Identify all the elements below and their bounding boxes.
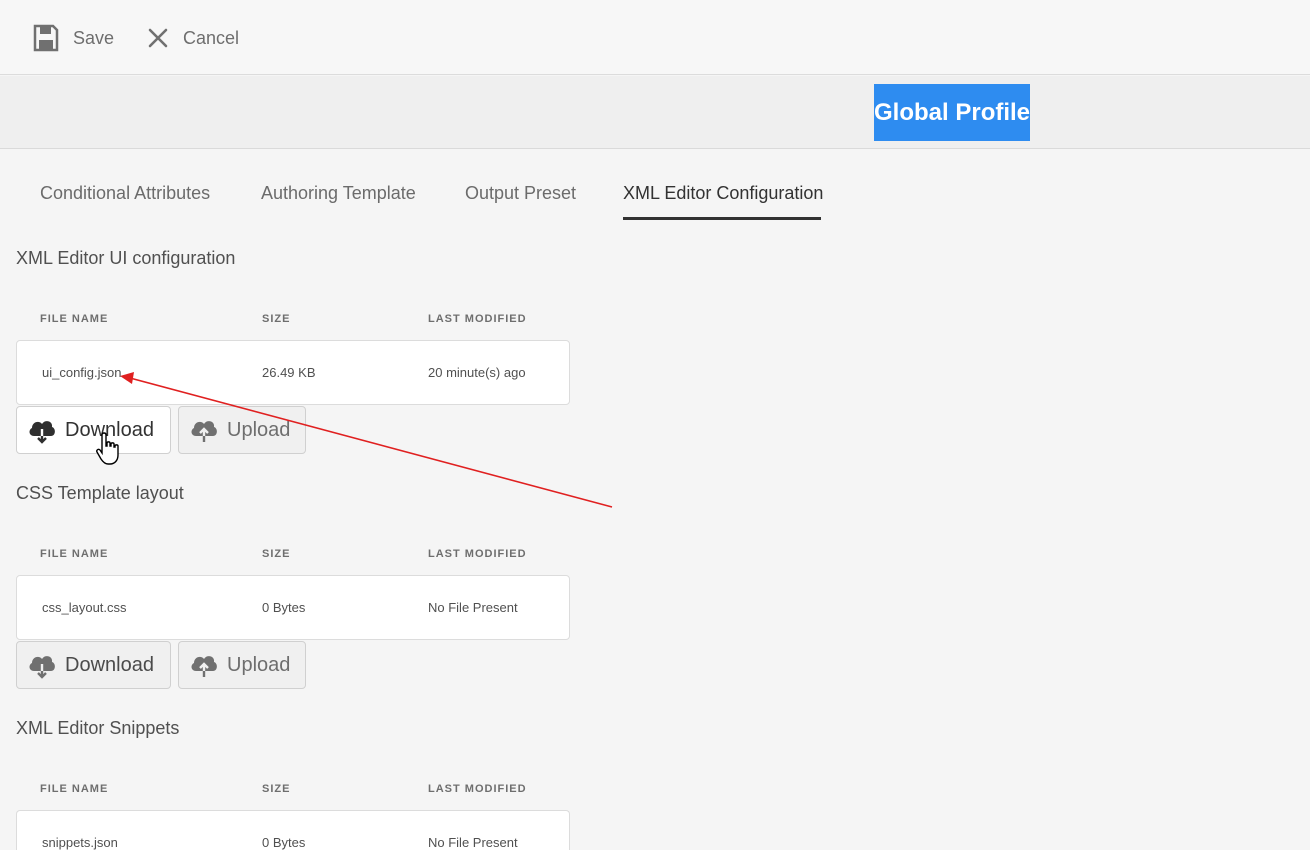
upload-button[interactable]: Upload [178,641,306,689]
column-header-last-modified: LAST MODIFIED [428,313,527,325]
tab-bar: Conditional Attributes Authoring Templat… [0,150,1310,222]
file-name: css_layout.css [42,600,127,615]
file-row[interactable]: ui_config.json 26.49 KB 20 minute(s) ago [16,340,570,405]
column-header-file-name: FILE NAME [40,783,109,795]
save-label: Save [73,27,115,48]
section-title-ui-configuration: XML Editor UI configuration [16,248,236,268]
download-label: Download [65,653,154,676]
column-header-file-name: FILE NAME [40,548,109,560]
download-label: Download [65,418,154,441]
file-size: 26.49 KB [262,365,316,380]
file-name: ui_config.json [42,365,122,380]
file-last-modified: No File Present [428,835,518,850]
download-button[interactable]: Download [16,641,171,689]
column-header-size: SIZE [262,548,291,560]
column-header-size: SIZE [262,783,291,795]
floppy-disk-icon [33,24,59,52]
file-last-modified: No File Present [428,600,518,615]
profile-title: Global Profile [874,84,1030,141]
action-toolbar: Save Cancel [0,0,1310,75]
file-name: snippets.json [42,835,118,850]
column-header-size: SIZE [262,313,291,325]
cloud-download-icon [29,421,55,444]
upload-label: Upload [227,418,291,441]
section-title-css-template-layout: CSS Template layout [16,483,184,503]
file-last-modified: 20 minute(s) ago [428,365,526,380]
file-size: 0 Bytes [262,600,306,615]
upload-button[interactable]: Upload [178,406,306,454]
column-header-last-modified: LAST MODIFIED [428,548,527,560]
tab-output-preset[interactable]: Output Preset [465,183,576,204]
cancel-button[interactable]: Cancel [147,22,239,54]
column-header-last-modified: LAST MODIFIED [428,783,527,795]
tab-authoring-template[interactable]: Authoring Template [261,183,416,204]
save-button[interactable]: Save [33,22,114,54]
file-row[interactable]: snippets.json 0 Bytes No File Present [16,810,570,850]
cloud-download-icon [29,656,55,679]
file-row[interactable]: css_layout.css 0 Bytes No File Present [16,575,570,640]
profile-header: Global Profile [0,76,1310,149]
upload-label: Upload [227,653,291,676]
cancel-label: Cancel [183,27,240,48]
column-header-file-name: FILE NAME [40,313,109,325]
tab-conditional-attributes[interactable]: Conditional Attributes [40,183,210,204]
section-title-xml-editor-snippets: XML Editor Snippets [16,718,180,738]
active-tab-indicator [623,217,821,220]
close-icon [148,28,168,48]
download-button[interactable]: Download [16,406,171,454]
tab-xml-editor-configuration[interactable]: XML Editor Configuration [623,183,823,204]
cloud-upload-icon [191,421,217,442]
file-size: 0 Bytes [262,835,306,850]
cloud-upload-icon [191,656,217,677]
